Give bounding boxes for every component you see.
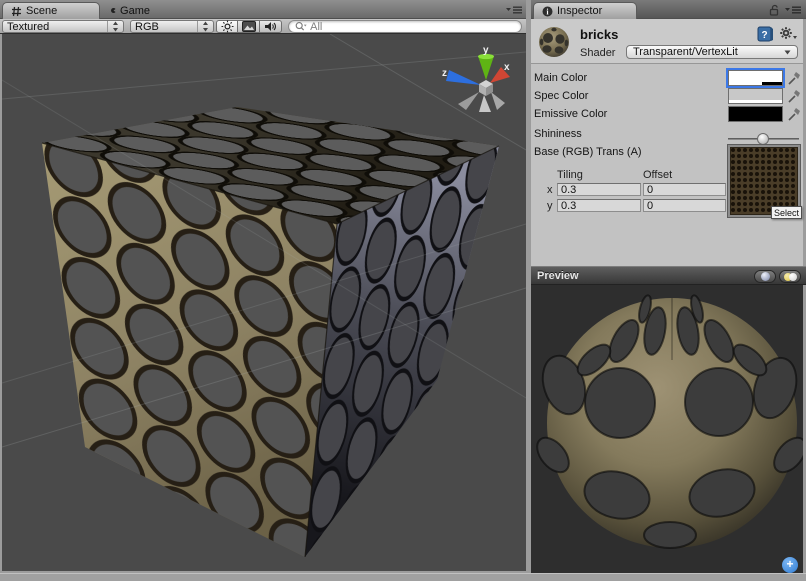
emissive-color-swatch[interactable] [728,106,783,122]
draw-mode-dropdown[interactable]: Textured [2,20,124,33]
add-label-button[interactable]: + [782,557,798,573]
inspector-tabstrip: i Inspector [531,0,806,19]
gizmo-z-axis-cone[interactable] [446,70,481,85]
material-name: bricks [580,27,618,42]
offset-header: Offset [643,169,672,181]
gizmo-y-label[interactable]: y [483,45,489,56]
tiling-y-axis-label: y [547,200,553,212]
shader-value: Transparent/VertexLit [633,46,738,58]
emissive-color-label: Emissive Color [534,108,607,120]
light-dot-icon [789,273,797,281]
tab-scene[interactable]: Scene [2,2,100,19]
gizmo-x-label[interactable]: x [504,62,510,73]
speaker-icon [264,20,277,33]
preview-sphere-canvas [531,285,803,573]
tab-scene-label: Scene [26,5,57,17]
material-sphere-thumbnail [538,26,570,58]
preview-model-button[interactable] [754,270,776,283]
tab-inspector[interactable]: i Inspector [533,2,637,19]
gear-icon[interactable] [779,26,798,42]
tiling-x-axis-label: x [547,184,553,196]
updown-arrows-icon [197,21,209,32]
updown-arrows-icon [107,21,119,32]
base-texture-label: Base (RGB) Trans (A) [534,146,642,158]
shader-label: Shader [580,47,615,59]
svg-text:?: ? [761,30,767,41]
eyedropper-icon[interactable] [787,70,801,86]
inspector-content: bricks Shader Transparent/VertexLit ? [531,19,806,266]
spec-color-swatch[interactable] [728,88,783,104]
gizmo-y-axis-cone[interactable] [478,56,494,80]
render-mode-value: RGB [135,21,159,33]
offset-x-input[interactable] [643,183,726,196]
tiling-header: Tiling [557,169,583,181]
tab-game-label: Game [120,5,150,17]
window-bottom-edge [0,573,806,581]
scene-search-input[interactable] [310,21,515,33]
gizmo-z-label[interactable]: z [442,68,447,79]
textured-cube[interactable] [42,107,499,557]
orientation-gizmo[interactable]: y x z [442,45,510,112]
alpha-bar [729,100,782,103]
search-icon [295,21,307,32]
spec-color-label: Spec Color [534,90,588,102]
image-icon [242,21,256,32]
sphere-preview-icon [761,272,770,281]
render-mode-dropdown[interactable]: RGB [130,20,214,33]
shininess-label: Shininess [534,128,582,140]
tiling-y-input[interactable] [557,199,641,212]
eyedropper-icon[interactable] [787,88,801,104]
unity-editor-window: Scene Game Textured RGB [0,0,806,581]
shader-dropdown[interactable]: Transparent/VertexLit [626,45,798,59]
tiling-x-input[interactable] [557,183,641,196]
texture-select-button[interactable]: Select [771,206,802,219]
offset-y-input[interactable] [643,199,726,212]
sun-icon [221,20,234,33]
scene-panel-menu-icon[interactable] [505,5,523,15]
material-preview-viewport[interactable]: + [531,285,806,573]
shininess-slider[interactable] [728,133,799,145]
info-icon: i [542,6,553,17]
scene-lighting-toggle[interactable] [216,20,238,33]
scene-search-field[interactable] [288,20,522,33]
preview-header[interactable]: Preview [531,266,806,285]
eyedropper-icon[interactable] [787,106,801,122]
scene-toolbar: Textured RGB [0,19,530,34]
main-color-swatch[interactable] [728,70,783,86]
game-view-icon [110,5,116,16]
inspector-lock-icon[interactable] [768,4,780,16]
tab-inspector-label: Inspector [557,5,602,17]
scene-audio-toggle[interactable] [260,20,282,33]
tab-game[interactable]: Game [104,2,156,19]
scene-skybox-toggle[interactable] [238,20,260,33]
preview-title: Preview [537,270,579,282]
main-color-label: Main Color [534,72,587,84]
scene-viewport[interactable]: y x z [2,34,526,571]
scene-grid-icon [11,6,22,17]
scene-viewport-canvas: y x z [2,34,526,571]
help-icon[interactable]: ? [757,26,774,42]
chevron-down-icon [784,50,791,55]
preview-lighting-button[interactable] [779,270,801,283]
alpha-bar [729,82,782,85]
draw-mode-value: Textured [7,21,49,33]
slider-thumb[interactable] [757,133,769,145]
material-header: bricks Shader Transparent/VertexLit ? [531,19,803,64]
inspector-menu-icon[interactable] [784,5,802,15]
scene-tabstrip: Scene Game [0,0,530,19]
alpha-bar [729,118,782,121]
